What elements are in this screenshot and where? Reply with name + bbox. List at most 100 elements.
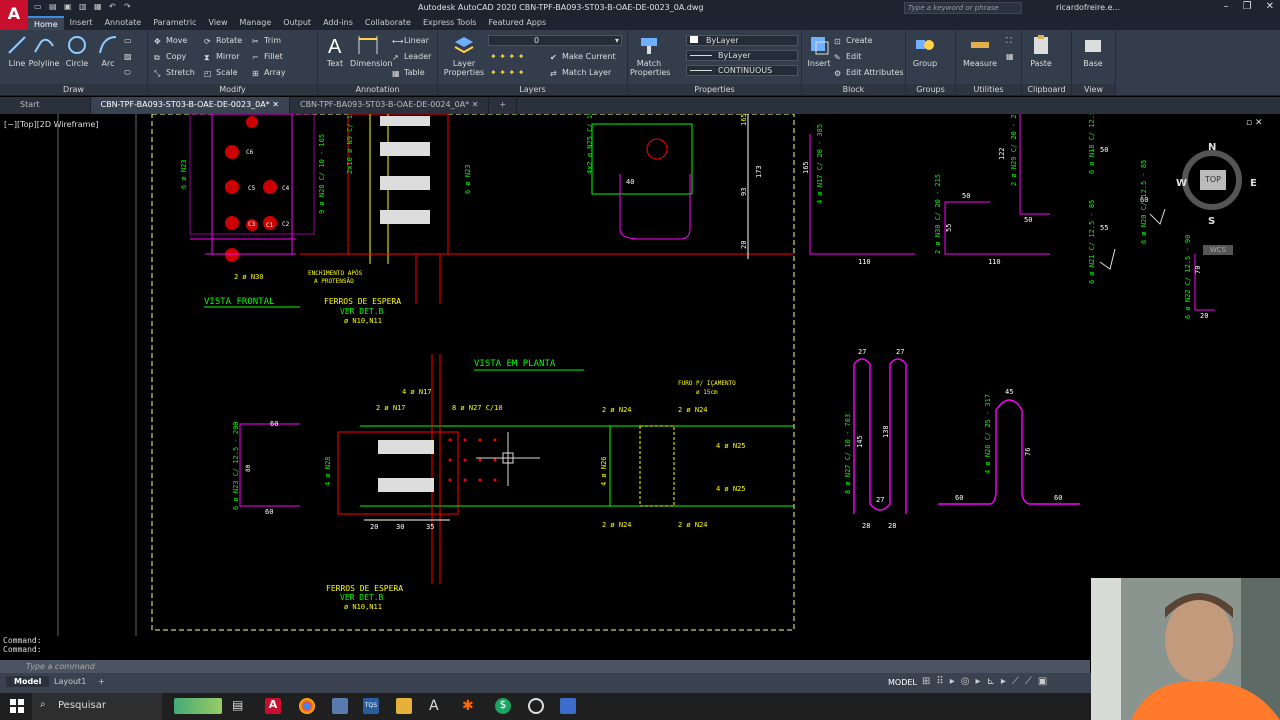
tab-parametric[interactable]: Parametric <box>147 16 202 30</box>
view-panel-title[interactable]: View <box>1072 84 1115 95</box>
arc-button[interactable]: Arc <box>91 34 125 68</box>
close-icon[interactable]: ✕ <box>1266 1 1274 12</box>
layers-panel-title[interactable]: Layers <box>438 84 627 95</box>
compass-north[interactable]: N <box>1208 142 1216 153</box>
windows-start-icon[interactable] <box>10 699 24 713</box>
file-explorer-icon[interactable] <box>396 698 412 714</box>
circle-button[interactable]: Circle <box>60 34 94 68</box>
tab-drawing-0024[interactable]: CBN-TPF-BA093-ST03-B-OAE-DE-0024_0A* ✕ <box>290 97 490 114</box>
rotate-button[interactable]: ⟳ Rotate <box>204 36 242 46</box>
match-properties-button[interactable]: Match Properties <box>630 34 670 77</box>
app-icon-s[interactable]: $ <box>495 698 511 714</box>
minimize-icon[interactable]: – <box>1224 1 1229 12</box>
autocad-taskbar-icon[interactable]: A <box>265 698 281 714</box>
copy-button[interactable]: ⧉ Copy <box>154 52 186 62</box>
annotation-panel-title[interactable]: Annotation <box>318 84 437 95</box>
properties-panel-title[interactable]: Properties <box>628 84 801 95</box>
group-button[interactable]: Group <box>908 34 942 68</box>
trim-button[interactable]: ✂ Trim <box>252 36 281 46</box>
tab-collaborate[interactable]: Collaborate <box>359 16 417 30</box>
color-dropdown[interactable]: ByLayer <box>686 35 798 46</box>
task-view-icon[interactable]: ▤ <box>232 698 248 714</box>
wcs-menu[interactable]: WCS <box>1203 245 1233 255</box>
tqs-icon[interactable]: TQS <box>363 698 379 714</box>
add-layout-icon[interactable]: + <box>90 676 113 687</box>
create-block-button[interactable]: ⊡ Create <box>834 36 873 46</box>
text-button[interactable]: A Text <box>318 34 352 68</box>
insert-button[interactable]: Insert <box>802 34 836 68</box>
close-icon[interactable]: ✕ <box>472 100 479 109</box>
layer-dropdown[interactable]: 0 ▾ <box>488 35 622 46</box>
edit-attributes-button[interactable]: ⚙ Edit Attributes <box>834 68 904 78</box>
draw-panel-title[interactable]: Draw <box>0 84 147 95</box>
match-layer-button[interactable]: ⇄ Match Layer <box>550 68 611 78</box>
linetype-dropdown[interactable]: CONTINUOUS <box>686 65 798 76</box>
calculator-taskbar-icon[interactable] <box>332 698 348 714</box>
status-tools-icons[interactable]: ⊞⠿▸◎▸⊾▸⟋⟋▣ <box>922 676 1053 687</box>
groups-panel-title[interactable]: Groups <box>906 84 955 95</box>
move-button[interactable]: ✥ Move <box>154 36 187 46</box>
save-as-icon[interactable]: ▥ <box>79 2 88 12</box>
stretch-button[interactable]: ⤡ Stretch <box>154 68 195 78</box>
app-icon-blue[interactable] <box>560 698 576 714</box>
drawing-canvas[interactable]: [−][Top][2D Wireframe] C6 C5 C4 C3 C2 C1 <box>0 114 1280 636</box>
autocad-logo-button[interactable]: A <box>0 0 28 30</box>
paste-button[interactable]: Paste <box>1024 34 1058 68</box>
tab-insert[interactable]: Insert <box>64 16 99 30</box>
layer-tools-2-icon[interactable]: ✦ ✦ ✦ ✦ <box>490 68 524 77</box>
tab-model[interactable]: Model <box>6 676 50 687</box>
command-input[interactable]: Type a command <box>0 660 1090 673</box>
ellipse-icon[interactable]: ⬭ <box>124 68 131 78</box>
tab-manage[interactable]: Manage <box>234 16 278 30</box>
viewcube[interactable]: TOP N S E W <box>1176 142 1257 227</box>
tab-output[interactable]: Output <box>277 16 317 30</box>
linear-button[interactable]: ⟷Linear <box>392 36 429 46</box>
scale-button[interactable]: ◰ Scale <box>204 68 238 78</box>
app-icon-x[interactable]: ✱ <box>462 698 478 714</box>
layer-tools-icon[interactable]: ✦ ✦ ✦ ✦ <box>490 52 524 61</box>
app-icon-circle[interactable] <box>528 698 544 714</box>
undo-icon[interactable]: ↶ <box>109 2 118 12</box>
calculator-icon[interactable]: ▦ <box>1006 52 1014 61</box>
layer-properties-button[interactable]: Layer Properties <box>442 34 486 77</box>
viewport-close-icon[interactable]: ▫ ✕ <box>1246 118 1263 128</box>
edit-block-button[interactable]: ✎ Edit <box>834 52 862 62</box>
restore-icon[interactable]: ❐ <box>1243 1 1252 12</box>
tab-add-ins[interactable]: Add-ins <box>317 16 359 30</box>
tab-express-tools[interactable]: Express Tools <box>417 16 483 30</box>
compass-south[interactable]: S <box>1208 216 1215 227</box>
help-search-input[interactable]: Type a keyword or phrase <box>904 2 1022 14</box>
compass-east[interactable]: E <box>1250 178 1257 189</box>
new-tab-icon[interactable]: + <box>489 97 518 114</box>
hatch-icon[interactable]: ▨ <box>124 52 132 61</box>
make-current-button[interactable]: ✔ Make Current <box>550 52 616 62</box>
weather-widget-icon[interactable] <box>174 698 222 714</box>
model-space-toggle[interactable]: MODEL <box>888 678 917 687</box>
array-button[interactable]: ⊞ Array <box>252 68 286 78</box>
block-panel-title[interactable]: Block <box>802 84 905 95</box>
polyline-button[interactable]: Polyline <box>27 34 61 68</box>
quick-select-icon[interactable]: ⛶ <box>1006 36 1012 46</box>
modify-panel-title[interactable]: Modify <box>148 84 317 95</box>
chrome-icon[interactable] <box>299 698 315 714</box>
measure-button[interactable]: Measure <box>960 34 1000 68</box>
save-icon[interactable]: ▣ <box>64 2 73 12</box>
clipboard-panel-title[interactable]: Clipboard <box>1022 84 1071 95</box>
tab-start[interactable]: Start <box>0 97 91 114</box>
utilities-panel-title[interactable]: Utilities <box>956 84 1021 95</box>
tab-home[interactable]: Home <box>28 16 64 30</box>
open-icon[interactable]: ▤ <box>49 2 58 12</box>
fillet-button[interactable]: ⌐ Fillet <box>252 52 283 62</box>
tab-layout1[interactable]: Layout1 <box>46 676 94 687</box>
mirror-button[interactable]: ⧗ Mirror <box>204 52 240 62</box>
autocad-alt-icon[interactable]: A <box>429 698 445 714</box>
tab-view[interactable]: View <box>203 16 234 30</box>
dimension-button[interactable]: Dimension <box>350 34 393 68</box>
tab-annotate[interactable]: Annotate <box>99 16 148 30</box>
plot-icon[interactable]: ▦ <box>94 2 103 12</box>
taskbar-search[interactable]: ⌕ Pesquisar <box>32 693 162 720</box>
lineweight-dropdown[interactable]: ByLayer <box>686 50 798 61</box>
leader-button[interactable]: ↗ Leader <box>392 52 431 62</box>
table-button[interactable]: ▦ Table <box>392 68 425 78</box>
tab-featured-apps[interactable]: Featured Apps <box>482 16 552 30</box>
